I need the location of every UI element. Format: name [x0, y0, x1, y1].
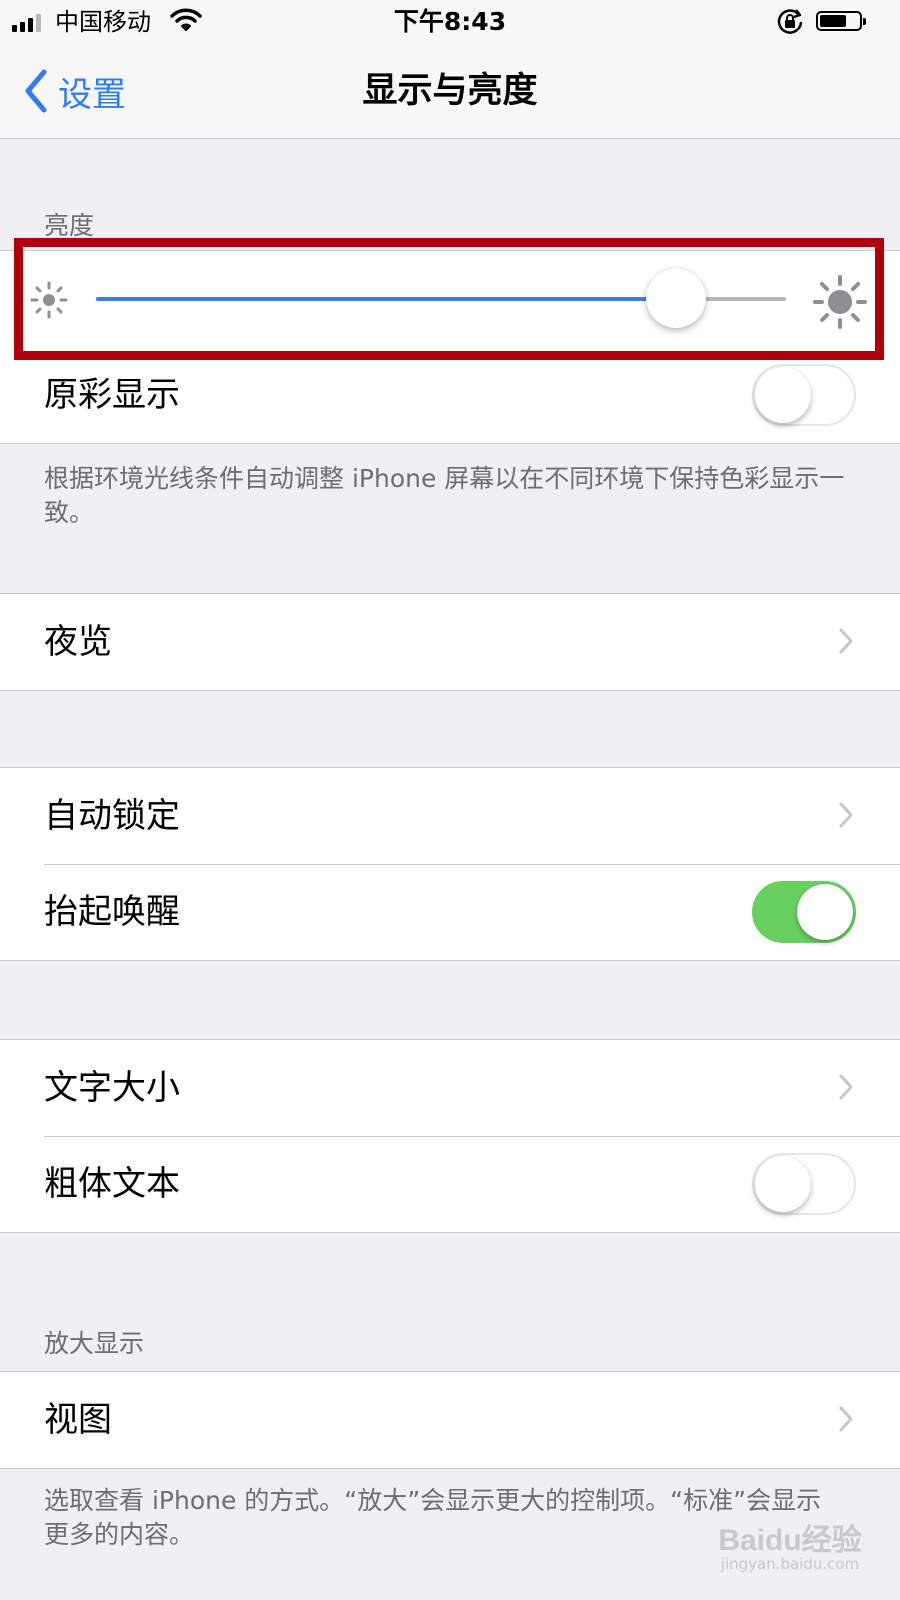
- chevron-right-icon: [839, 628, 853, 654]
- brightness-slider-row: [0, 251, 900, 347]
- text-group: 文字大小 粗体文本: [0, 1039, 900, 1233]
- night-shift-row[interactable]: 夜览: [0, 594, 900, 690]
- raise-to-wake-row: 抬起唤醒: [0, 864, 900, 960]
- zoom-group: 视图: [0, 1371, 900, 1469]
- zoom-section-header: 放大显示: [44, 1329, 145, 1358]
- auto-lock-label: 自动锁定: [44, 796, 180, 836]
- auto-lock-row[interactable]: 自动锁定: [0, 768, 900, 864]
- true-tone-row: 原彩显示: [0, 347, 900, 443]
- raise-to-wake-toggle[interactable]: [752, 881, 856, 943]
- true-tone-toggle[interactable]: [752, 364, 856, 426]
- lock-group: 自动锁定 抬起唤醒: [0, 767, 900, 961]
- brightness-section-header: 亮度: [44, 211, 95, 240]
- view-row[interactable]: 视图: [0, 1372, 900, 1468]
- battery-icon: [816, 11, 866, 31]
- orientation-lock-icon: [776, 8, 804, 40]
- text-size-label: 文字大小: [44, 1068, 180, 1108]
- text-size-row[interactable]: 文字大小: [0, 1040, 900, 1136]
- chevron-right-icon: [839, 1074, 853, 1100]
- watermark-logo-text: Baidu经验: [718, 1524, 862, 1557]
- sun-large-icon: [813, 275, 867, 329]
- true-tone-label: 原彩显示: [44, 375, 180, 415]
- brightness-slider-fill: [96, 297, 676, 301]
- brightness-group: 原彩显示: [0, 250, 900, 444]
- clock-time: 下午8:43: [393, 7, 507, 36]
- chevron-right-icon: [839, 802, 853, 828]
- bold-text-label: 粗体文本: [44, 1164, 180, 1204]
- bold-text-toggle[interactable]: [752, 1153, 856, 1215]
- brightness-slider-thumb[interactable]: [646, 268, 706, 328]
- page-title: 显示与亮度: [362, 71, 538, 111]
- view-label: 视图: [44, 1400, 112, 1440]
- bold-text-row: 粗体文本: [0, 1136, 900, 1232]
- night-shift-group: 夜览: [0, 593, 900, 691]
- raise-to-wake-label: 抬起唤醒: [44, 892, 180, 932]
- baidu-jingyan-watermark: Baidu经验 jingyan.baidu.com: [690, 1515, 890, 1573]
- true-tone-footer: 根据环境光线条件自动调整 iPhone 屏幕以在不同环境下保持色彩显示一致。: [44, 464, 845, 527]
- navigation-bar: 设置 显示与亮度: [0, 44, 900, 139]
- night-shift-label: 夜览: [44, 622, 112, 662]
- sun-small-icon: [30, 281, 68, 319]
- status-bar: 中国移动 下午8:43: [0, 0, 900, 44]
- chevron-right-icon: [839, 1406, 853, 1432]
